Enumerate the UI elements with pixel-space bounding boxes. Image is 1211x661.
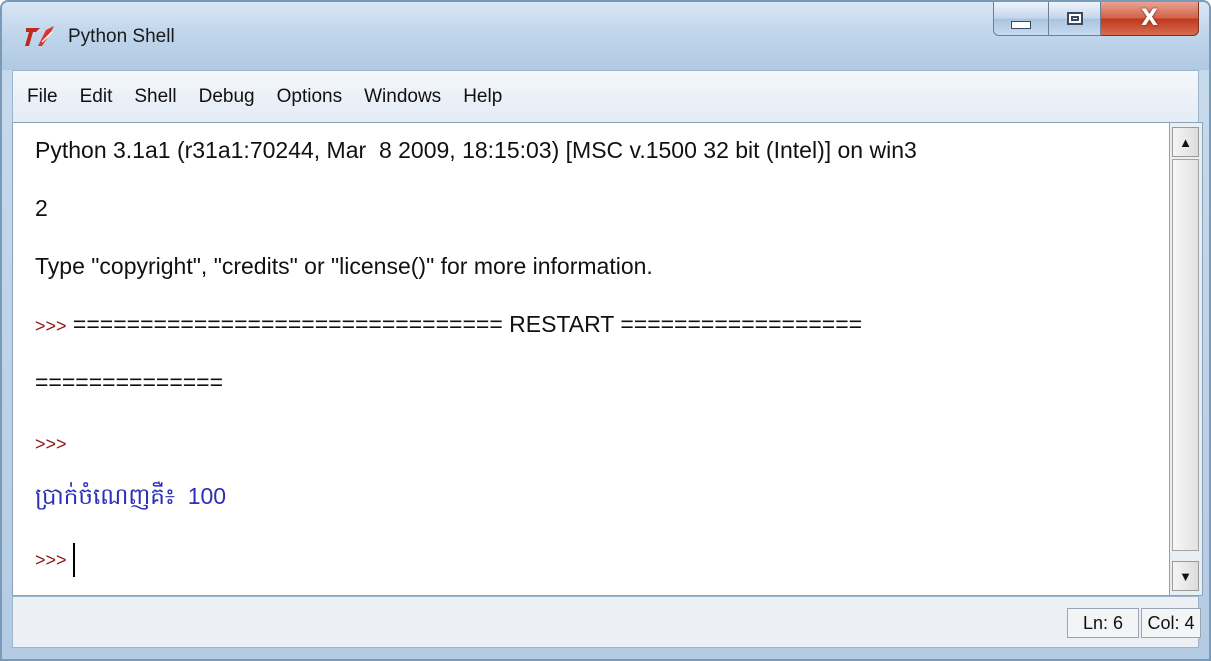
close-button[interactable]: X [1101, 2, 1199, 36]
scrollbar-thumb[interactable] [1172, 159, 1199, 551]
menu-edit[interactable]: Edit [80, 86, 113, 108]
tk-feather-icon [25, 26, 54, 46]
vertical-scrollbar[interactable]: ▲ ▼ [1170, 122, 1203, 596]
python-shell-window: Python Shell X File Edit Shell Debug Opt… [0, 0, 1211, 661]
menu-file[interactable]: File [27, 86, 58, 108]
scroll-down-button[interactable]: ▼ [1172, 561, 1199, 591]
maximize-icon [1066, 12, 1083, 25]
menu-help[interactable]: Help [463, 86, 502, 108]
menu-bar: File Edit Shell Debug Options Windows He… [12, 70, 1199, 122]
shell-prompt: >>> [35, 550, 67, 571]
shell-line: 2 [35, 195, 48, 221]
shell-prompt: >>> [35, 316, 67, 336]
arrow-down-icon: ▼ [1179, 568, 1192, 584]
minimize-icon [1011, 20, 1031, 29]
window-title: Python Shell [68, 26, 175, 47]
scroll-up-button[interactable]: ▲ [1172, 127, 1199, 157]
menu-shell[interactable]: Shell [134, 86, 176, 108]
text-cursor [72, 543, 75, 577]
menu-debug[interactable]: Debug [199, 86, 255, 108]
shell-input-line[interactable]: >>> [35, 543, 75, 577]
close-icon: X [1141, 6, 1158, 31]
title-bar[interactable]: Python Shell X [2, 2, 1209, 70]
shell-line: Python 3.1a1 (r31a1:70244, Mar 8 2009, 1… [35, 137, 917, 163]
restart-banner: ================================ RESTART… [66, 311, 863, 337]
shell-line: Type "copyright", "credits" or "license(… [35, 253, 653, 279]
column-number-indicator: Col: 4 [1141, 608, 1201, 638]
shell-line: ============== [35, 369, 224, 395]
maximize-button[interactable] [1049, 2, 1101, 36]
menu-windows[interactable]: Windows [364, 86, 441, 108]
shell-text-area[interactable]: Python 3.1a1 (r31a1:70244, Mar 8 2009, 1… [12, 122, 1170, 596]
status-bar: Ln: 6 Col: 4 [12, 596, 1201, 648]
shell-prompt: >>> [35, 434, 67, 454]
shell-line: >>> [35, 429, 67, 456]
minimize-button[interactable] [993, 2, 1049, 36]
line-number-indicator: Ln: 6 [1067, 608, 1139, 638]
window-controls: X [993, 2, 1199, 40]
menu-options[interactable]: Options [277, 86, 342, 108]
shell-line: >>> ================================ RES… [35, 311, 862, 338]
program-output-line: ប្រាក់ចំណេញគឺ៖ 100 [35, 483, 227, 509]
arrow-up-icon: ▲ [1179, 134, 1192, 150]
